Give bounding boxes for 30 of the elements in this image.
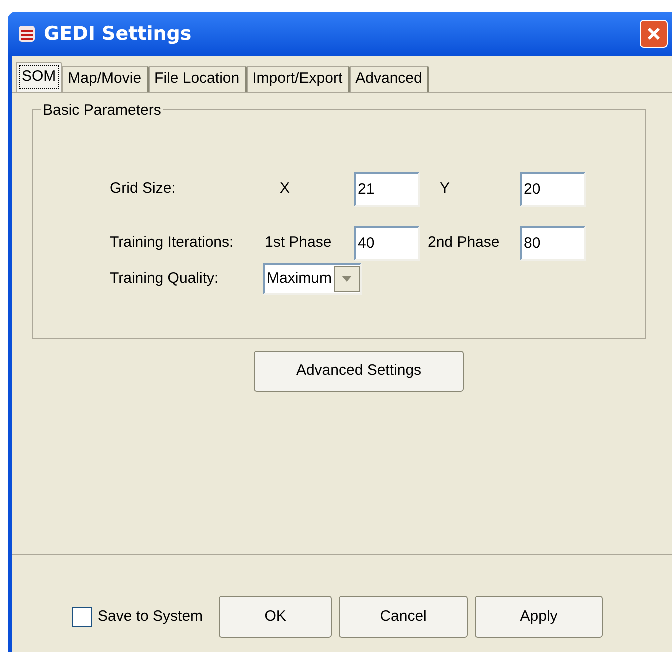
field-label: Training Quality: [110,268,220,289]
field-label: Training Iterations: [110,233,235,254]
close-icon [646,26,662,42]
dialog-button[interactable]: Apply [475,596,604,638]
advanced-settings-button[interactable]: Advanced Settings [254,351,464,392]
tab[interactable]: Advanced [350,66,430,92]
checkbox-label: Save to System [98,606,204,627]
dropdown-value: Maximum [267,268,332,289]
app-icon [16,23,38,45]
field-label: 2nd Phase [427,233,501,254]
checkbox[interactable] [72,607,92,627]
quality-dropdown[interactable]: Maximum [263,263,362,295]
dropdown-arrow-button[interactable] [334,266,360,292]
dialog-button[interactable]: OK [219,596,332,638]
dialog-button[interactable]: Cancel [339,596,468,638]
input-field[interactable]: 40 [354,226,420,261]
tab[interactable]: File Location [148,66,247,92]
field-label: Y [439,179,452,200]
field-label: 1st Phase [265,233,333,254]
caret-icon [342,276,352,282]
close-button[interactable] [640,20,668,48]
tab[interactable]: SOM [16,62,62,92]
field-label: X [279,179,292,200]
input-field[interactable]: 20 [520,172,586,207]
tab[interactable]: Import/Export [246,66,350,92]
input-field[interactable]: 80 [520,226,586,261]
tab[interactable]: Map/Movie [62,66,149,92]
window-title: GEDI Settings [44,22,192,47]
input-field[interactable]: 21 [354,172,420,207]
field-label: Grid Size: [110,179,177,200]
